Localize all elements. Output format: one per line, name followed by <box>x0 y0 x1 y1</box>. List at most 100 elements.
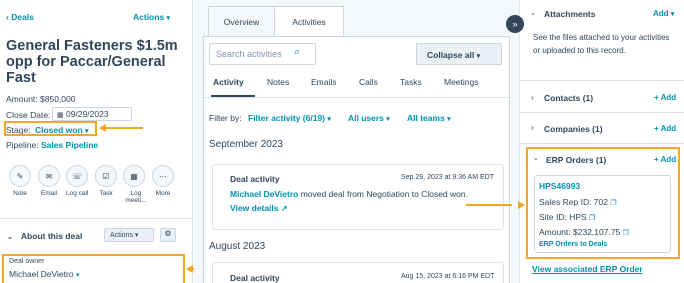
deal-title: General Fasteners $1.5m opp for Paccar/G… <box>6 38 178 86</box>
attachments-add-dropdown[interactable]: Add ▾ <box>653 9 674 18</box>
calendar-icon: ▦ <box>123 165 145 187</box>
chevron-down-icon: ▾ <box>670 11 675 18</box>
filter-activity-dropdown[interactable]: Filter activity (6/19) ▾ <box>248 113 331 123</box>
chevron-down-icon[interactable]: ⌄ <box>533 154 539 162</box>
chevron-down-icon: ▾ <box>476 53 481 60</box>
amount-text: Amount: $850,000 <box>6 94 76 104</box>
attachments-description: See the files attached to your activitie… <box>533 33 670 55</box>
tab-activities[interactable]: Activities <box>274 6 344 37</box>
actions-dropdown[interactable]: Actions ▾ <box>133 12 170 22</box>
about-actions-label: Actions <box>110 232 133 239</box>
deal-owner-field[interactable]: Michael DeVietro ▾ <box>9 269 79 279</box>
subtab-calls[interactable]: Calls <box>359 77 378 87</box>
chevron-down-icon[interactable]: ⌄ <box>530 9 536 17</box>
chevron-down-icon: ▾ <box>134 232 139 239</box>
all-users-dropdown[interactable]: All users ▾ <box>348 113 390 123</box>
note-icon: ✎ <box>9 165 31 187</box>
activity-button-task[interactable]: ☑ Task <box>95 165 117 197</box>
copy-icon[interactable]: ❐ <box>623 230 629 237</box>
activity-card[interactable]: Deal activity Sep 29, 2023 at 9:36 AM ED… <box>212 164 504 230</box>
attachments-header[interactable]: Attachments <box>544 9 595 19</box>
about-deal-toggle[interactable]: ⌄ About this deal <box>7 231 82 241</box>
activities-panel: Search activities ⌕ Collapse all ▾ Activ… <box>203 36 510 283</box>
copy-icon[interactable]: ❐ <box>589 215 595 222</box>
activity-button-log-call[interactable]: ☏ Log call <box>66 165 88 197</box>
tab-overview[interactable]: Overview <box>208 6 275 37</box>
back-label: Deals <box>11 12 34 22</box>
all-teams-dropdown[interactable]: All teams ▾ <box>407 113 451 123</box>
search-placeholder: Search activities <box>216 49 282 59</box>
companies-add-button[interactable]: + Add <box>654 124 676 133</box>
erp-arrow-head <box>518 201 525 209</box>
close-date-value: 09/29/2023 <box>66 109 109 119</box>
filter-row: Filter by: <box>209 113 242 123</box>
activity-button-note[interactable]: ✎ Note <box>9 165 31 197</box>
activity-timestamp: Sep 29, 2023 at 9:36 AM EDT <box>401 174 495 181</box>
subtab-emails[interactable]: Emails <box>311 77 337 87</box>
view-details-link[interactable]: View details ↗ <box>230 203 288 213</box>
close-date-label: Close Date: <box>6 110 51 120</box>
chevron-down-icon: ▾ <box>447 116 451 123</box>
owner-arrow-head <box>186 265 193 273</box>
collapse-all-button[interactable]: Collapse all ▾ <box>416 43 502 65</box>
month-heading: September 2023 <box>209 139 283 150</box>
chevron-down-icon: ▾ <box>75 272 80 279</box>
subtab-notes[interactable]: Notes <box>267 77 289 87</box>
site-id-text: Site ID: HPS <box>539 212 587 222</box>
more-icon: ⋯ <box>152 165 174 187</box>
activity-button-email[interactable]: ✉ Email <box>38 165 60 197</box>
amount-row: Amount: $232,107.75 ❐ <box>539 227 629 237</box>
external-link-icon: ↗ <box>280 204 288 213</box>
subtab-tasks[interactable]: Tasks <box>400 77 422 87</box>
site-id-row: Site ID: HPS ❐ <box>539 212 595 222</box>
erp-amount-text: Amount: $232,107.75 <box>539 227 621 237</box>
activity-card[interactable]: Deal activity Aug 15, 2023 at 6:16 PM ED… <box>212 262 504 283</box>
about-actions-dropdown[interactable]: Actions ▾ <box>104 228 154 242</box>
copy-icon[interactable]: ❐ <box>610 200 616 207</box>
expand-sidebar-button[interactable]: » <box>506 15 524 33</box>
subtab-meetings[interactable]: Meetings <box>444 77 479 87</box>
filter-by-label: Filter by: <box>209 113 242 123</box>
chevron-down-icon: ⌄ <box>7 234 13 241</box>
subtab-activity[interactable]: Activity <box>213 77 244 87</box>
task-icon: ☑ <box>95 165 117 187</box>
activity-button-log-meeting[interactable]: ▦ Log meeti... <box>123 165 149 204</box>
subtab-divider <box>204 97 509 98</box>
chevron-left-icon: ‹ <box>6 12 9 22</box>
view-associated-erp-link[interactable]: View associated ERP Order <box>532 264 643 274</box>
actions-label: Actions <box>133 12 165 22</box>
stage-highlight <box>4 121 97 136</box>
pipeline-row: Pipeline: Sales Pipeline <box>6 140 98 150</box>
record-sidebar: ‹ Deals Actions ▾ General Fasteners $1.5… <box>0 0 234 283</box>
pipeline-value[interactable]: Sales Pipeline <box>41 140 98 150</box>
contacts-header[interactable]: Contacts (1) <box>544 93 593 103</box>
contacts-add-button[interactable]: + Add <box>654 93 676 102</box>
erp-orders-add-button[interactable]: + Add <box>654 155 676 164</box>
activity-body: Michael DeVietro moved deal from Negotia… <box>230 189 500 199</box>
settings-button[interactable]: ⚙ <box>160 228 176 242</box>
stage-arrow-line <box>105 127 143 129</box>
erp-orders-header[interactable]: ERP Orders (1) <box>546 155 606 165</box>
back-to-deals-link[interactable]: ‹ Deals <box>6 12 34 22</box>
activity-timestamp: Aug 15, 2023 at 6:16 PM EDT <box>401 273 495 280</box>
month-heading: August 2023 <box>209 241 266 252</box>
chevron-down-icon: ▾ <box>166 15 171 22</box>
collapse-all-label: Collapse all <box>427 50 475 60</box>
sales-rep-text: Sales Rep ID: 702 <box>539 197 608 207</box>
close-date-field[interactable]: ▦ 09/29/2023 <box>52 107 132 121</box>
companies-header[interactable]: Companies (1) <box>544 124 603 134</box>
actor-link[interactable]: Michael DeVietro <box>230 189 298 199</box>
erp-order-card: HPS46993 Sales Rep ID: 702 ❐ Site ID: HP… <box>534 175 671 253</box>
erp-orders-to-deals-link[interactable]: ERP Orders to Deals <box>539 241 607 248</box>
activities-pane: Overview Activities Search activities ⌕ … <box>194 0 519 283</box>
search-icon[interactable]: ⌕ <box>294 46 300 59</box>
sales-rep-row: Sales Rep ID: 702 ❐ <box>539 197 617 207</box>
phone-icon: ☏ <box>66 165 88 187</box>
erp-order-id-link[interactable]: HPS46993 <box>539 181 580 191</box>
activity-card-title: Deal activity <box>230 273 280 283</box>
activity-button-more[interactable]: ⋯ More <box>152 165 174 197</box>
divider <box>0 218 193 219</box>
chevron-right-icon[interactable]: › <box>531 93 534 102</box>
pipeline-label: Pipeline: <box>6 140 39 150</box>
chevron-right-icon[interactable]: › <box>531 123 534 132</box>
